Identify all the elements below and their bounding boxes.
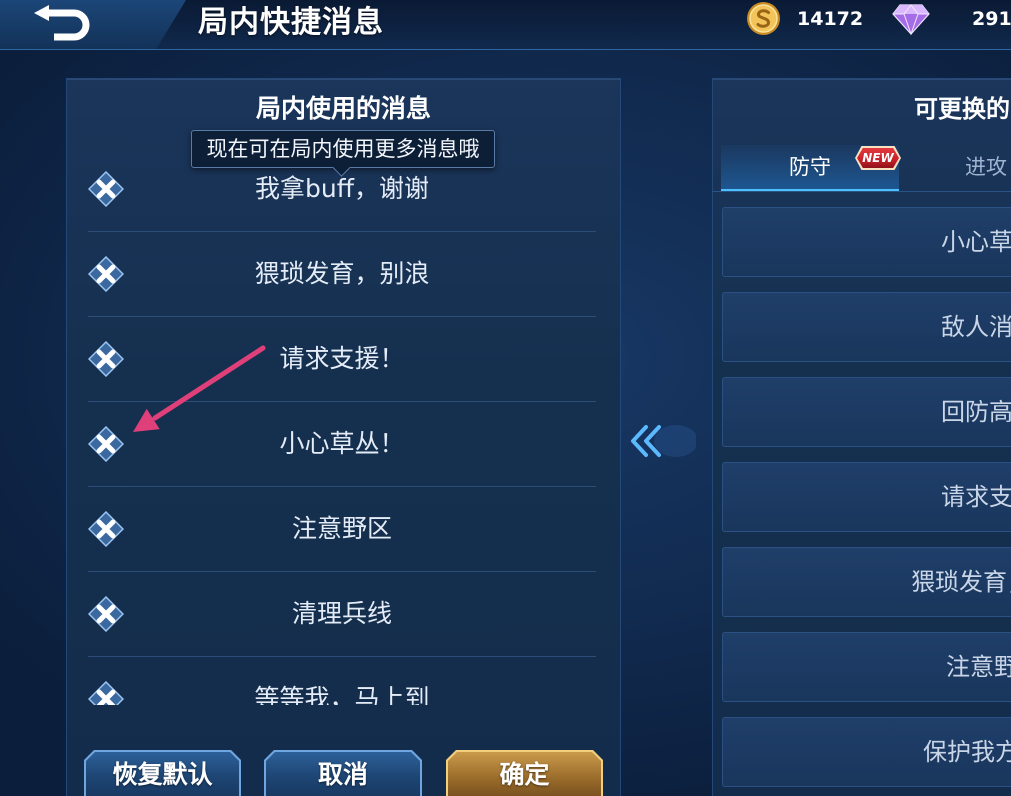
remove-x-icon	[88, 256, 124, 292]
available-message-text: 请求支	[941, 483, 1011, 511]
confirm-button[interactable]: 确定	[446, 750, 603, 796]
cancel-button[interactable]: 取消	[264, 750, 422, 796]
diamond-balance: 291	[972, 8, 1011, 30]
reset-default-button[interactable]: 恢复默认	[84, 750, 241, 796]
remove-x-icon	[88, 681, 124, 705]
message-text: 猥琐发育，别浪	[254, 259, 430, 288]
remove-message-button[interactable]	[88, 511, 124, 547]
gold-coin-icon	[746, 1, 781, 36]
message-row: 请求支援！	[88, 317, 596, 402]
available-message-item[interactable]: 注意野	[722, 632, 1011, 702]
gold-coin-balance: 14172	[797, 8, 864, 30]
available-message-item[interactable]: 小心草	[722, 207, 1011, 277]
tooltip: 现在可在局内使用更多消息哦	[191, 130, 495, 168]
available-message-text: 注意野	[946, 653, 1011, 681]
available-message-text: 猥琐发育，	[911, 568, 1011, 596]
remove-x-icon	[88, 596, 124, 632]
message-text: 小心草丛！	[279, 429, 405, 458]
in-game-message-list: 我拿buff，谢谢 猥琐发育，别浪 请求支援！ 小心草丛！ 注意野区 清理兵线	[88, 147, 596, 705]
message-row: 等等我，马上到	[88, 657, 596, 705]
remove-x-icon	[88, 171, 124, 207]
remove-message-button[interactable]	[88, 426, 124, 462]
double-chevron-left-icon	[626, 420, 696, 462]
available-message-item[interactable]: 猥琐发育，	[722, 547, 1011, 617]
confirm-label: 确定	[499, 760, 550, 789]
remove-message-button[interactable]	[88, 596, 124, 632]
remove-x-icon	[88, 426, 124, 462]
remove-x-icon	[88, 341, 124, 377]
remove-message-button[interactable]	[88, 256, 124, 292]
message-row: 注意野区	[88, 487, 596, 572]
page-title: 局内快捷消息	[198, 5, 384, 40]
new-badge-text: NEW	[862, 151, 894, 165]
cancel-label: 取消	[317, 760, 368, 789]
available-message-item[interactable]: 敌人消	[722, 292, 1011, 362]
tab-divider	[712, 191, 1011, 192]
remove-message-button[interactable]	[88, 681, 124, 705]
available-message-text: 小心草	[941, 228, 1011, 256]
remove-message-button[interactable]	[88, 341, 124, 377]
message-row: 猥琐发育，别浪	[88, 232, 596, 317]
available-message-text: 保护我方	[923, 738, 1011, 766]
remove-x-icon	[88, 511, 124, 547]
available-message-text: 回防高	[941, 398, 1011, 426]
back-button[interactable]	[32, 4, 98, 46]
message-text: 请求支援！	[279, 344, 405, 373]
message-text: 清理兵线	[291, 599, 392, 628]
tab-attack[interactable]: 进攻	[940, 145, 1011, 192]
purple-diamond-icon	[892, 0, 930, 36]
remove-message-button[interactable]	[88, 171, 124, 207]
back-arrow-icon	[34, 5, 90, 41]
reset-default-label: 恢复默认	[112, 760, 213, 789]
message-row: 清理兵线	[88, 572, 596, 657]
message-text: 等等我，马上到	[254, 684, 430, 705]
available-message-item[interactable]: 回防高	[722, 377, 1011, 447]
new-badge: NEW	[855, 146, 901, 170]
available-message-item[interactable]: 保护我方	[722, 717, 1011, 787]
in-game-panel-title: 局内使用的消息	[255, 94, 431, 123]
message-text: 注意野区	[291, 514, 392, 543]
available-message-item[interactable]: 请求支	[722, 462, 1011, 532]
available-message-text: 敌人消	[941, 313, 1011, 341]
available-panel-title: 可更换的	[914, 95, 1010, 123]
message-row: 小心草丛！	[88, 402, 596, 487]
